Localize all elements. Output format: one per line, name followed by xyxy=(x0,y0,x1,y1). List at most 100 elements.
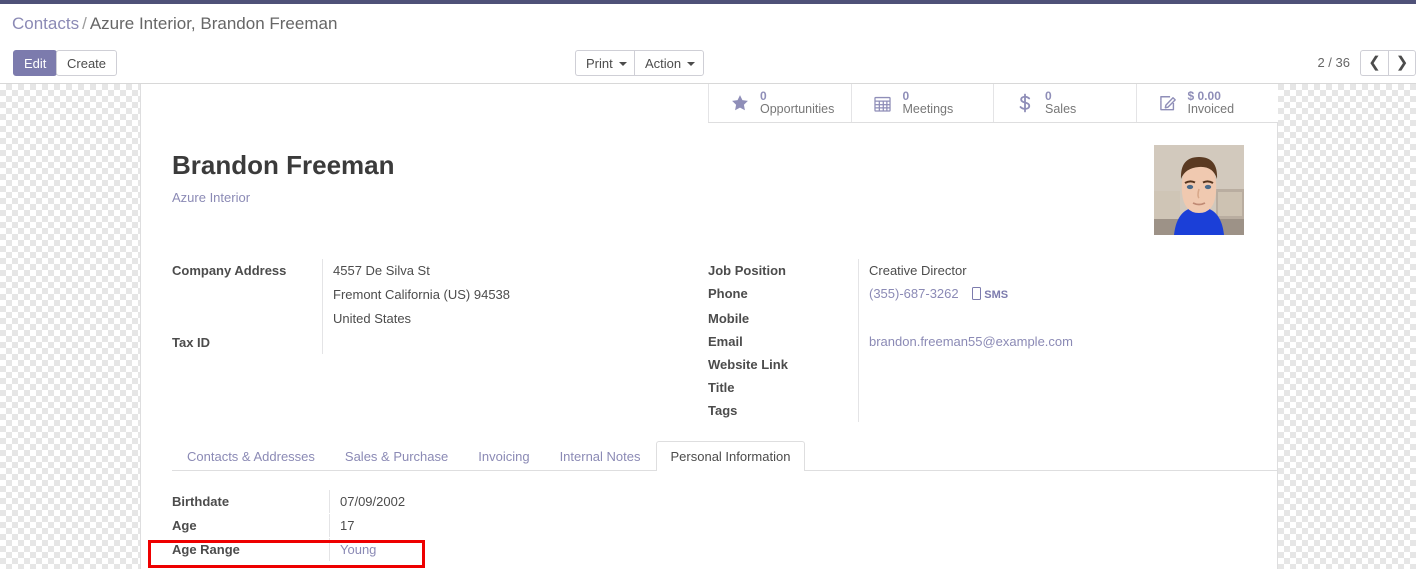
field-group-left: Company Address 4557 De Silva St Fremont… xyxy=(172,259,672,354)
pager-previous-button[interactable]: ❮ xyxy=(1360,49,1388,76)
field-age-range: Age Range Young xyxy=(172,538,812,562)
form-sheet: 0 Opportunities 0 Meetings 0 Sales $ 0.0… xyxy=(140,84,1278,569)
pager-next-button[interactable]: ❯ xyxy=(1388,49,1416,76)
field-value-company-address[interactable]: 4557 De Silva St Fremont California (US)… xyxy=(322,259,672,331)
action-dropdown-button[interactable]: Action xyxy=(634,50,705,76)
create-button[interactable]: Create xyxy=(56,50,118,76)
field-value-birthdate[interactable]: 07/09/2002 xyxy=(329,490,812,513)
stat-text: 0 Meetings xyxy=(903,90,954,116)
stat-button-meetings[interactable]: 0 Meetings xyxy=(850,84,993,122)
field-group-right: Job Position Creative Director Phone (35… xyxy=(708,259,1248,422)
address-line-3: United States xyxy=(333,311,412,326)
tab-internal-notes[interactable]: Internal Notes xyxy=(545,441,656,470)
phone-link[interactable]: (355)-687-3262 xyxy=(869,286,959,301)
calendar-icon xyxy=(872,92,894,114)
field-website-link: Website Link xyxy=(708,353,1248,376)
field-value-age[interactable]: 17 xyxy=(329,514,812,537)
address-line-2: Fremont California (US) 94538 xyxy=(333,287,511,302)
stat-button-opportunities[interactable]: 0 Opportunities xyxy=(708,84,851,122)
notebook: Contacts & Addresses Sales & Purchase In… xyxy=(172,439,1277,471)
stat-text: 0 Opportunities xyxy=(760,90,834,116)
field-label-title: Title xyxy=(708,380,735,395)
field-label-job-position: Job Position xyxy=(708,263,786,278)
field-label-age-range: Age Range xyxy=(172,542,240,557)
page-title: Brandon Freeman xyxy=(172,150,395,180)
chevron-left-icon: ❮ xyxy=(1368,54,1381,71)
tab-page-personal-information: Birthdate 07/09/2002 Age 17 Age Range Yo… xyxy=(172,490,812,562)
field-label-mobile: Mobile xyxy=(708,311,750,326)
breadcrumb-separator: / xyxy=(82,14,87,33)
field-label-birthdate: Birthdate xyxy=(172,494,230,509)
edit-button[interactable]: Edit xyxy=(13,50,58,76)
tab-personal-information[interactable]: Personal Information xyxy=(655,441,806,471)
field-tags: Tags xyxy=(708,399,1248,422)
stat-value: $ 0.00 xyxy=(1187,89,1221,104)
breadcrumb: Contacts / Azure Interior, Brandon Freeman xyxy=(12,14,337,34)
stat-text: $ 0.00 Invoiced xyxy=(1188,90,1235,116)
avatar[interactable] xyxy=(1154,145,1244,235)
field-value-email[interactable]: brandon.freeman55@example.com xyxy=(858,330,1248,353)
chevron-right-icon: ❯ xyxy=(1395,54,1409,71)
stat-button-box: 0 Opportunities 0 Meetings 0 Sales $ 0.0… xyxy=(708,84,1278,123)
field-birthdate: Birthdate 07/09/2002 xyxy=(172,490,812,514)
field-label-tax-id: Tax ID xyxy=(172,335,211,350)
control-panel: Edit Create Print Action 2 / 36 ❮ ❯ xyxy=(0,42,1416,84)
field-phone: Phone (355)-687-3262 SMS xyxy=(708,282,1248,307)
field-label-age: Age xyxy=(172,518,197,533)
field-value-mobile[interactable] xyxy=(858,307,1248,330)
company-link[interactable]: Azure Interior xyxy=(172,190,250,205)
print-button-label: Print xyxy=(586,55,613,71)
chevron-down-icon xyxy=(618,62,627,66)
field-job-position: Job Position Creative Director xyxy=(708,259,1248,282)
edit-button-label: Edit xyxy=(24,55,47,71)
field-tax-id: Tax ID xyxy=(172,331,672,354)
field-label-phone: Phone xyxy=(708,286,748,301)
stat-button-sales[interactable]: 0 Sales xyxy=(993,84,1136,122)
dollar-icon xyxy=(1014,92,1036,114)
tab-invoicing[interactable]: Invoicing xyxy=(463,441,544,470)
field-value-tags[interactable] xyxy=(858,399,1248,422)
breadcrumb-current: Azure Interior, Brandon Freeman xyxy=(89,14,338,33)
field-mobile: Mobile xyxy=(708,307,1248,330)
pager: 2 / 36 ❮ ❯ xyxy=(1317,42,1416,83)
pager-counter: 2 / 36 xyxy=(1317,55,1350,70)
stat-value: 0 xyxy=(1045,89,1052,104)
stat-label: Invoiced xyxy=(1187,101,1235,116)
field-age: Age 17 xyxy=(172,514,812,538)
create-button-label: Create xyxy=(67,55,107,71)
tab-contacts-addresses[interactable]: Contacts & Addresses xyxy=(172,441,330,470)
action-button-label: Action xyxy=(645,55,682,71)
email-link[interactable]: brandon.freeman55@example.com xyxy=(869,334,1073,349)
field-company-address: Company Address 4557 De Silva St Fremont… xyxy=(172,259,672,331)
print-dropdown-button[interactable]: Print xyxy=(575,50,635,76)
field-value-website-link[interactable] xyxy=(858,353,1248,376)
field-value-title[interactable] xyxy=(858,376,1248,399)
field-value-age-range[interactable]: Young xyxy=(329,538,812,561)
stat-label: Opportunities xyxy=(760,101,835,116)
field-label-website-link: Website Link xyxy=(708,357,788,372)
field-value-phone[interactable]: (355)-687-3262 SMS xyxy=(858,282,1248,307)
pencil-square-icon xyxy=(1157,92,1179,114)
field-label-company-address: Company Address xyxy=(172,263,287,278)
field-email: Email brandon.freeman55@example.com xyxy=(708,330,1248,353)
tab-sales-purchase[interactable]: Sales & Purchase xyxy=(330,441,463,470)
field-value-tax-id[interactable] xyxy=(322,331,672,354)
stat-text: 0 Sales xyxy=(1045,90,1076,116)
field-value-job-position[interactable]: Creative Director xyxy=(858,259,1248,282)
stat-button-invoiced[interactable]: $ 0.00 Invoiced xyxy=(1135,84,1278,122)
sms-button[interactable]: SMS xyxy=(972,287,1009,301)
stat-value: 0 xyxy=(760,89,767,104)
sms-label: SMS xyxy=(984,289,1009,301)
field-label-email: Email xyxy=(708,334,743,349)
field-title: Title xyxy=(708,376,1248,399)
field-label-tags: Tags xyxy=(708,403,738,418)
breadcrumb-root-link[interactable]: Contacts xyxy=(12,14,79,33)
address-line-1: 4557 De Silva St xyxy=(333,263,430,278)
mobile-phone-icon xyxy=(972,287,982,300)
stat-label: Sales xyxy=(1045,101,1077,116)
breadcrumb-bar: Contacts / Azure Interior, Brandon Freeman xyxy=(0,4,1416,42)
chevron-down-icon xyxy=(687,62,696,66)
stat-label: Meetings xyxy=(902,101,954,116)
star-icon xyxy=(729,92,751,114)
tab-strip: Contacts & Addresses Sales & Purchase In… xyxy=(172,439,1277,471)
